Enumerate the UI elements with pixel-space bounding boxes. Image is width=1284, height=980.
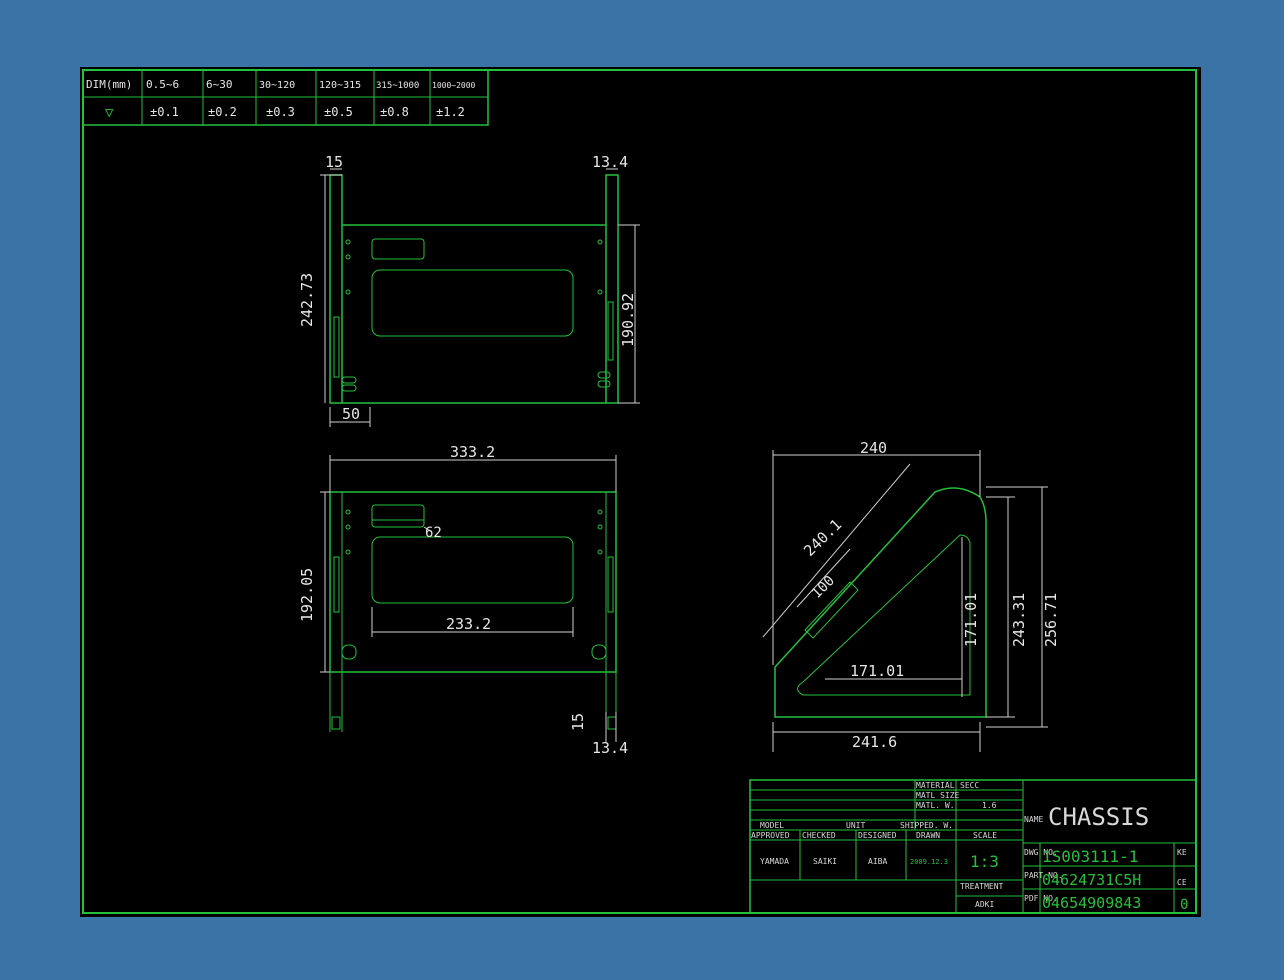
designed-label: DESIGNED bbox=[858, 831, 897, 840]
unit-label: UNIT bbox=[846, 821, 865, 830]
tolerance-value: ±1.2 bbox=[436, 105, 465, 119]
treatment-value: ADKI bbox=[975, 900, 994, 909]
dim-triangle-outer-height: 256.71 bbox=[1042, 593, 1060, 647]
tolerance-range: 315~1000 bbox=[376, 81, 419, 91]
name-value: CHASSIS bbox=[1048, 803, 1149, 831]
matl-w-label: MATL. W. bbox=[916, 801, 955, 810]
tolerance-range: 120~315 bbox=[319, 80, 361, 91]
dim-small: 62 bbox=[425, 525, 442, 541]
dim-triangle-diagonal: 240.1 bbox=[800, 516, 845, 560]
material-value: SECC bbox=[960, 781, 979, 790]
title-block: MATERIAL SECC MATL SIZE MATL. W. 1.6 MOD… bbox=[749, 779, 1197, 914]
triangle-view: 240 240.1 100 171.01 171.01 243.31 256.7… bbox=[762, 439, 1060, 752]
ke-label: KE bbox=[1177, 848, 1187, 857]
part-no-value: 04624731C5H bbox=[1042, 871, 1141, 889]
pdf-no-value: 04654909843 bbox=[1042, 894, 1141, 912]
checked-value: SAIKI bbox=[813, 857, 837, 866]
dim-side-height: 242.73 bbox=[298, 273, 316, 327]
dim-bottom-left: 15 bbox=[569, 713, 587, 731]
dim-triangle-bottom: 241.6 bbox=[852, 733, 897, 751]
approved-value: YAMADA bbox=[760, 857, 789, 866]
side-view: 15 13.4 242.73 190.92 50 bbox=[298, 153, 640, 427]
triangle-symbol: ▽ bbox=[105, 105, 114, 121]
dim-side-depth: 50 bbox=[342, 405, 360, 423]
dim-bottom-right: 13.4 bbox=[592, 739, 628, 757]
tolerance-range: 30~120 bbox=[259, 80, 295, 91]
revision-value: 0 bbox=[1180, 897, 1188, 913]
dim-left-flange: 15 bbox=[325, 153, 343, 171]
dim-triangle-inner-vertical: 171.01 bbox=[962, 593, 980, 647]
name-label: NAME bbox=[1024, 815, 1043, 824]
tolerance-value: ±0.1 bbox=[150, 105, 179, 119]
dim-front-height: 192.05 bbox=[298, 568, 316, 622]
scale-value: 1:3 bbox=[970, 852, 999, 871]
dim-triangle-inner-horizontal: 171.01 bbox=[850, 662, 904, 680]
dim-triangle-slot: 100 bbox=[809, 573, 838, 602]
dim-right-flange: 13.4 bbox=[592, 153, 628, 171]
dim-front-width: 333.2 bbox=[450, 443, 495, 461]
approved-label: APPROVED bbox=[751, 831, 790, 840]
tolerance-range: 0.5~6 bbox=[146, 78, 179, 91]
treatment-label: TREATMENT bbox=[960, 882, 1004, 891]
dim-slot-width: 233.2 bbox=[446, 615, 491, 633]
ce-label: CE bbox=[1177, 878, 1187, 887]
tolerance-table: DIM(mm) 0.5~6 6~30 30~120 120~315 315~10… bbox=[82, 69, 489, 126]
shipped-label: SHIPPED. W. bbox=[900, 821, 953, 830]
cad-drawing: DIM(mm) 0.5~6 6~30 30~120 120~315 315~10… bbox=[82, 69, 1197, 914]
tolerance-value: ±0.8 bbox=[380, 105, 409, 119]
dim-side-inner-height: 190.92 bbox=[619, 293, 637, 347]
tolerance-value: ±0.2 bbox=[208, 105, 237, 119]
tolerance-value: ±0.5 bbox=[324, 105, 353, 119]
tolerance-header-label: DIM(mm) bbox=[86, 78, 132, 91]
dim-triangle-height: 243.31 bbox=[1010, 593, 1028, 647]
scale-label: SCALE bbox=[973, 831, 997, 840]
tolerance-range: 6~30 bbox=[206, 78, 233, 91]
designed-value: AIBA bbox=[868, 857, 887, 866]
sheet-border bbox=[82, 69, 1197, 914]
tolerance-value: ±0.3 bbox=[266, 105, 295, 119]
drawn-value: 2009.12.3 bbox=[910, 858, 948, 866]
front-view: 333.2 192.05 233.2 62 15 13.4 bbox=[298, 443, 628, 757]
matl-size-label: MATL SIZE bbox=[916, 791, 960, 800]
model-label: MODEL bbox=[760, 821, 784, 830]
tolerance-range: 1000~2000 bbox=[432, 81, 476, 90]
dim-triangle-top: 240 bbox=[860, 439, 887, 457]
dwg-no-value: 1S003111-1 bbox=[1042, 847, 1138, 866]
drawn-label: DRAWN bbox=[916, 831, 940, 840]
material-label: MATERIAL bbox=[916, 781, 955, 790]
checked-label: CHECKED bbox=[802, 831, 836, 840]
drawing-sheet: DIM(mm) 0.5~6 6~30 30~120 120~315 315~10… bbox=[80, 67, 1201, 917]
matl-w-value: 1.6 bbox=[982, 801, 997, 810]
